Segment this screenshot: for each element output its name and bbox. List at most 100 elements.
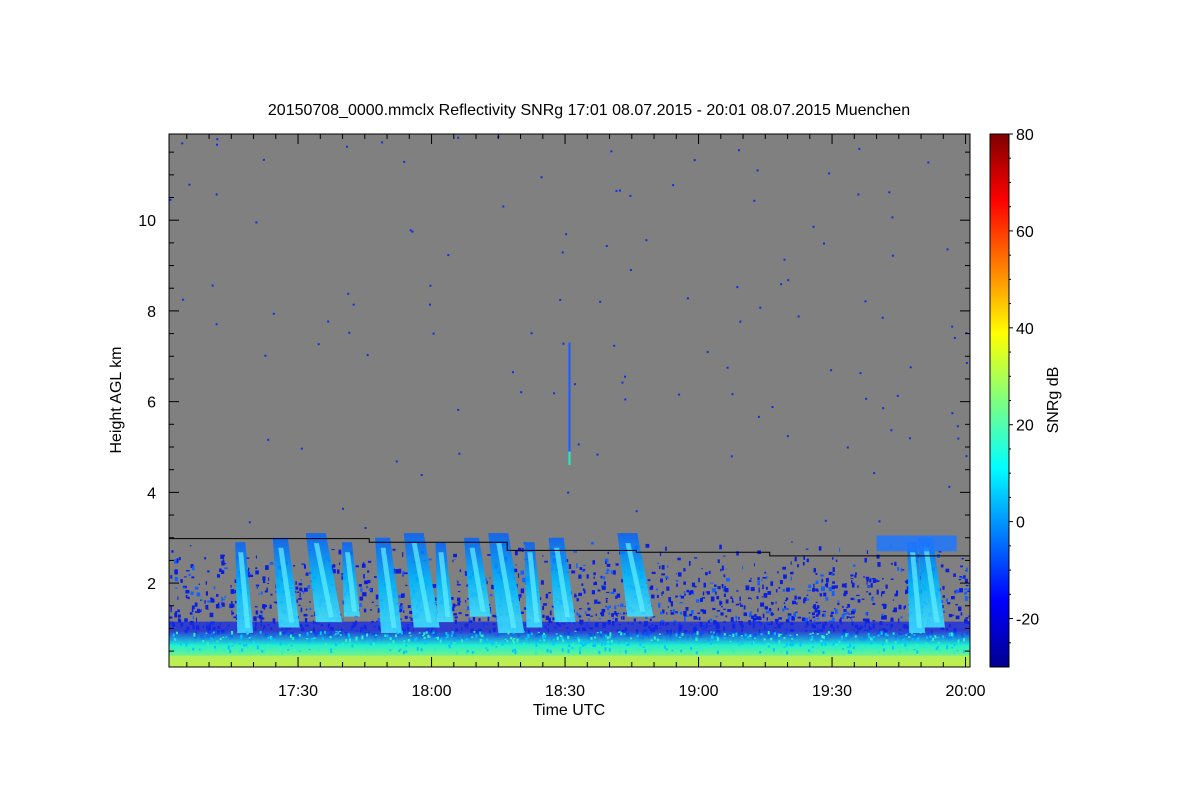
noise-pixel [608, 605, 611, 609]
surface-texture [868, 635, 871, 639]
surface-texture [479, 638, 482, 643]
surface-texture [773, 632, 776, 635]
noise-pixel [743, 612, 748, 617]
noise-pixel [270, 593, 273, 596]
noise-pixel [579, 567, 583, 570]
surface-texture [264, 647, 267, 651]
surface-texture [613, 644, 616, 646]
noise-pixel [727, 609, 732, 612]
noise-pixel [852, 564, 856, 567]
noise-pixel [795, 611, 798, 613]
noise-pixel [269, 604, 272, 609]
surface-texture [511, 649, 514, 653]
noise-pixel [619, 612, 622, 615]
noise-pixel [837, 602, 840, 606]
noise-pixel [303, 587, 308, 592]
surface-texture [486, 641, 488, 644]
noise-pixel [750, 577, 752, 580]
surface-texture [451, 634, 453, 637]
surface-texture [451, 631, 454, 634]
noise-pixel [253, 616, 257, 621]
surface-texture [586, 651, 589, 653]
noise-pixel [861, 598, 865, 600]
surface-texture [710, 631, 713, 633]
speckle [347, 292, 350, 295]
noise-pixel [191, 576, 195, 579]
noise-pixel [675, 580, 679, 582]
x-tick-label: 19:30 [812, 683, 852, 700]
surface-texture [594, 644, 597, 647]
surface-texture [840, 635, 843, 640]
noise-pixel [486, 580, 488, 585]
noise-pixel [194, 602, 198, 607]
noise-pixel [715, 615, 718, 618]
noise-pixel [790, 576, 792, 581]
noise-pixel [586, 613, 590, 616]
surface-texture [957, 639, 960, 644]
noise-pixel [702, 597, 705, 599]
speckle [797, 315, 800, 318]
surface-texture [749, 634, 752, 638]
noise-pixel [198, 583, 200, 585]
surface-texture [636, 634, 639, 638]
surface-texture [535, 641, 538, 644]
noise-pixel [300, 578, 302, 581]
surface-texture [938, 648, 941, 652]
noise-pixel [178, 614, 181, 618]
noise-pixel [224, 554, 225, 557]
noise-pixel [300, 607, 303, 613]
noise-pixel [593, 572, 596, 576]
surface-texture [723, 633, 726, 636]
noise-pixel [255, 610, 259, 615]
noise-pixel [803, 556, 805, 560]
surface-texture [407, 639, 410, 642]
noise-pixel [180, 579, 183, 583]
noise-pixel [296, 591, 300, 593]
noise-pixel [633, 618, 637, 622]
surface-texture [200, 648, 203, 653]
speckle [846, 446, 849, 449]
noise-pixel [740, 604, 744, 607]
noise-pixel [587, 602, 590, 605]
surface-texture [762, 642, 765, 645]
noise-pixel [399, 568, 402, 574]
surface-texture [372, 645, 375, 647]
noise-pixel [723, 574, 726, 578]
surface-texture [185, 643, 188, 647]
noise-pixel [816, 618, 819, 620]
noise-pixel [178, 557, 181, 561]
noise-pixel [367, 560, 372, 563]
surface-texture [289, 634, 292, 638]
surface-texture [835, 647, 837, 650]
noise-pixel [611, 613, 614, 617]
noise-pixel [657, 562, 659, 564]
noise-pixel [578, 574, 582, 579]
noise-pixel [568, 564, 572, 569]
noise-pixel [702, 591, 705, 596]
speckle [395, 460, 398, 463]
speckle [956, 425, 959, 428]
surface-texture [902, 638, 905, 642]
x-axis-title: Time UTC [533, 702, 605, 719]
noise-pixel [898, 604, 902, 610]
noise-pixel [696, 599, 700, 603]
noise-pixel [676, 583, 678, 587]
noise-pixel [684, 616, 686, 622]
noise-pixel [814, 608, 818, 613]
surface-texture [843, 641, 846, 643]
speckle [780, 283, 783, 286]
colorbar-tick-label: 40 [1016, 321, 1034, 338]
surface-texture [524, 646, 527, 649]
noise-pixel [964, 591, 968, 595]
speckle [512, 371, 514, 374]
speckle [783, 258, 786, 261]
noise-pixel [649, 618, 652, 621]
noise-pixel [967, 591, 970, 593]
noise-pixel [399, 605, 402, 607]
noise-pixel [520, 570, 525, 575]
noise-pixel [666, 578, 667, 581]
noise-pixel [815, 614, 819, 617]
noise-pixel [736, 590, 739, 592]
noise-pixel [661, 565, 665, 570]
surface-texture [514, 650, 517, 655]
